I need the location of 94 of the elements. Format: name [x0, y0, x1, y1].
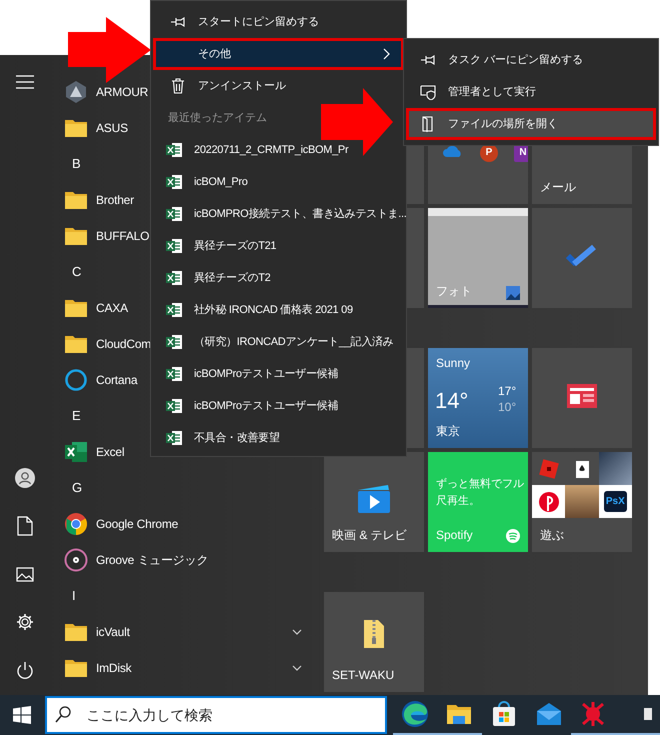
app-name[interactable]: ImDisk — [96, 659, 132, 677]
app-name[interactable]: Excel — [96, 443, 124, 461]
low-temperature: 10° — [498, 399, 516, 416]
tile-label: 遊ぶ — [540, 527, 564, 544]
spreadsheet-file-icon — [166, 270, 182, 286]
app-logo[interactable]: PsX — [604, 491, 627, 512]
envelope-icon[interactable] — [534, 700, 563, 728]
recent-file[interactable]: 20220711_2_CRMTP_icBOM_Pr — [194, 142, 348, 158]
settings-icon[interactable] — [16, 613, 34, 631]
app-name[interactable]: Groove ミュージック — [96, 551, 208, 569]
pictures-icon[interactable] — [16, 566, 34, 582]
video-play-icon — [357, 484, 391, 514]
menu-item[interactable]: アンインストール — [153, 70, 404, 102]
ring-icon — [64, 368, 88, 392]
tile-label: Spotify — [436, 527, 473, 544]
section-letter: C — [71, 263, 82, 282]
spreadsheet-file-icon — [166, 430, 182, 446]
document-icon[interactable] — [17, 516, 33, 536]
user-avatar-icon[interactable] — [15, 468, 35, 488]
tile-label: 東京 — [436, 423, 460, 440]
recent-file[interactable]: icBOMProテストユーザー候補 — [194, 398, 338, 414]
section-letter: I — [71, 587, 76, 606]
recent-file[interactable]: icBOMProテストユーザー候補 — [194, 366, 338, 382]
promo-text: ずっと無料でフル尺再生。 — [436, 477, 525, 509]
app-tile[interactable] — [532, 208, 632, 308]
app-tile[interactable] — [532, 348, 632, 448]
app-name[interactable]: BUFFALO — [96, 227, 150, 245]
temperature: 14° — [435, 387, 468, 415]
recent-file[interactable]: 社外秘 IRONCAD 価格表 2021 09 — [194, 302, 353, 318]
pin-logo-icon[interactable] — [538, 490, 560, 512]
trash-icon — [170, 78, 186, 94]
app-tile[interactable]: PsX 遊ぶ — [532, 452, 632, 552]
app-name[interactable]: icVault — [96, 623, 130, 641]
game-image-placeholder — [598, 452, 632, 485]
tile-label: メール — [540, 179, 576, 196]
spreadsheet-file-icon — [166, 238, 182, 254]
spreadsheet-file-icon — [166, 302, 182, 318]
spreadsheet-file-icon — [166, 366, 182, 382]
app-name[interactable]: Google Chrome — [96, 515, 178, 533]
app-name[interactable]: CloudCom — [96, 335, 152, 353]
start-icon[interactable] — [13, 706, 32, 724]
recent-file[interactable]: icBOMPRO接続テスト、書き込みテストま... — [194, 206, 407, 222]
app-tile[interactable]: SET-WAKU — [324, 592, 424, 692]
search-field[interactable]: ここに入力して検索 — [44, 696, 387, 734]
checkmark-icon — [566, 244, 598, 268]
photo-icon — [506, 286, 520, 300]
app-name[interactable]: CAXA — [96, 299, 128, 317]
spreadsheet-file-icon — [166, 398, 182, 414]
app-name[interactable]: ARMOUR — [96, 83, 148, 101]
hexagon-logo-icon — [64, 80, 88, 104]
spreadsheet-icon — [64, 440, 88, 464]
menu-icon[interactable] — [16, 75, 34, 89]
browser-icon[interactable] — [400, 700, 429, 728]
section-letter: E — [71, 407, 80, 426]
recent-file[interactable]: 異径チーズのT2 — [194, 270, 270, 286]
high-temperature: 17° — [498, 383, 516, 400]
section-letter: B — [71, 155, 80, 174]
menu-item[interactable]: スタートにピン留めする — [153, 6, 404, 38]
weather-condition: Sunny — [436, 355, 470, 372]
menu-item[interactable]: ファイルの場所を開く — [406, 108, 656, 140]
spreadsheet-file-icon — [166, 142, 182, 158]
browser-logo-icon — [64, 512, 88, 536]
chevron-icon[interactable] — [292, 665, 302, 671]
recent-file[interactable]: （研究）IRONCADアンケート__記入済み — [194, 334, 394, 350]
zip-folder-icon — [364, 620, 384, 648]
music-logo-icon — [506, 529, 520, 543]
pin-icon — [420, 52, 436, 68]
app-tile[interactable]: 映画 & テレビ — [324, 452, 424, 552]
section-header: 最近使ったアイテム — [167, 110, 268, 126]
section-letter: G — [71, 479, 82, 498]
menu-item[interactable]: その他 — [153, 38, 404, 70]
recent-file[interactable]: icBOM_Pro — [194, 174, 248, 190]
search-icon — [54, 706, 71, 724]
app-name[interactable]: ASUS — [96, 119, 128, 137]
menu-item[interactable]: タスク バーにピン留めする — [406, 44, 656, 76]
tile-label: 映画 & テレビ — [332, 527, 407, 544]
chevron-right-icon — [383, 48, 391, 60]
spreadsheet-file-icon — [166, 206, 182, 222]
recent-file[interactable]: 不具合・改善要望 — [194, 430, 280, 446]
disc-icon — [64, 548, 88, 572]
shield-window-icon — [420, 84, 436, 100]
app-tile[interactable]: Sunny 14° 17° 10° 東京 — [428, 348, 528, 448]
tile-label: フォト — [436, 283, 472, 300]
spreadsheet-file-icon — [166, 334, 182, 350]
chevron-icon[interactable] — [292, 629, 302, 635]
app-name[interactable]: Brother — [96, 191, 134, 209]
app-name[interactable]: Cortana — [96, 371, 138, 389]
tile-label: SET-WAKU — [332, 667, 394, 684]
newspaper-icon — [567, 384, 597, 408]
recent-file[interactable]: 異径チーズのT21 — [194, 238, 276, 254]
spreadsheet-file-icon — [166, 174, 182, 190]
pin-icon — [170, 14, 186, 30]
game-image-placeholder — [565, 485, 599, 518]
power-icon[interactable] — [16, 661, 34, 679]
